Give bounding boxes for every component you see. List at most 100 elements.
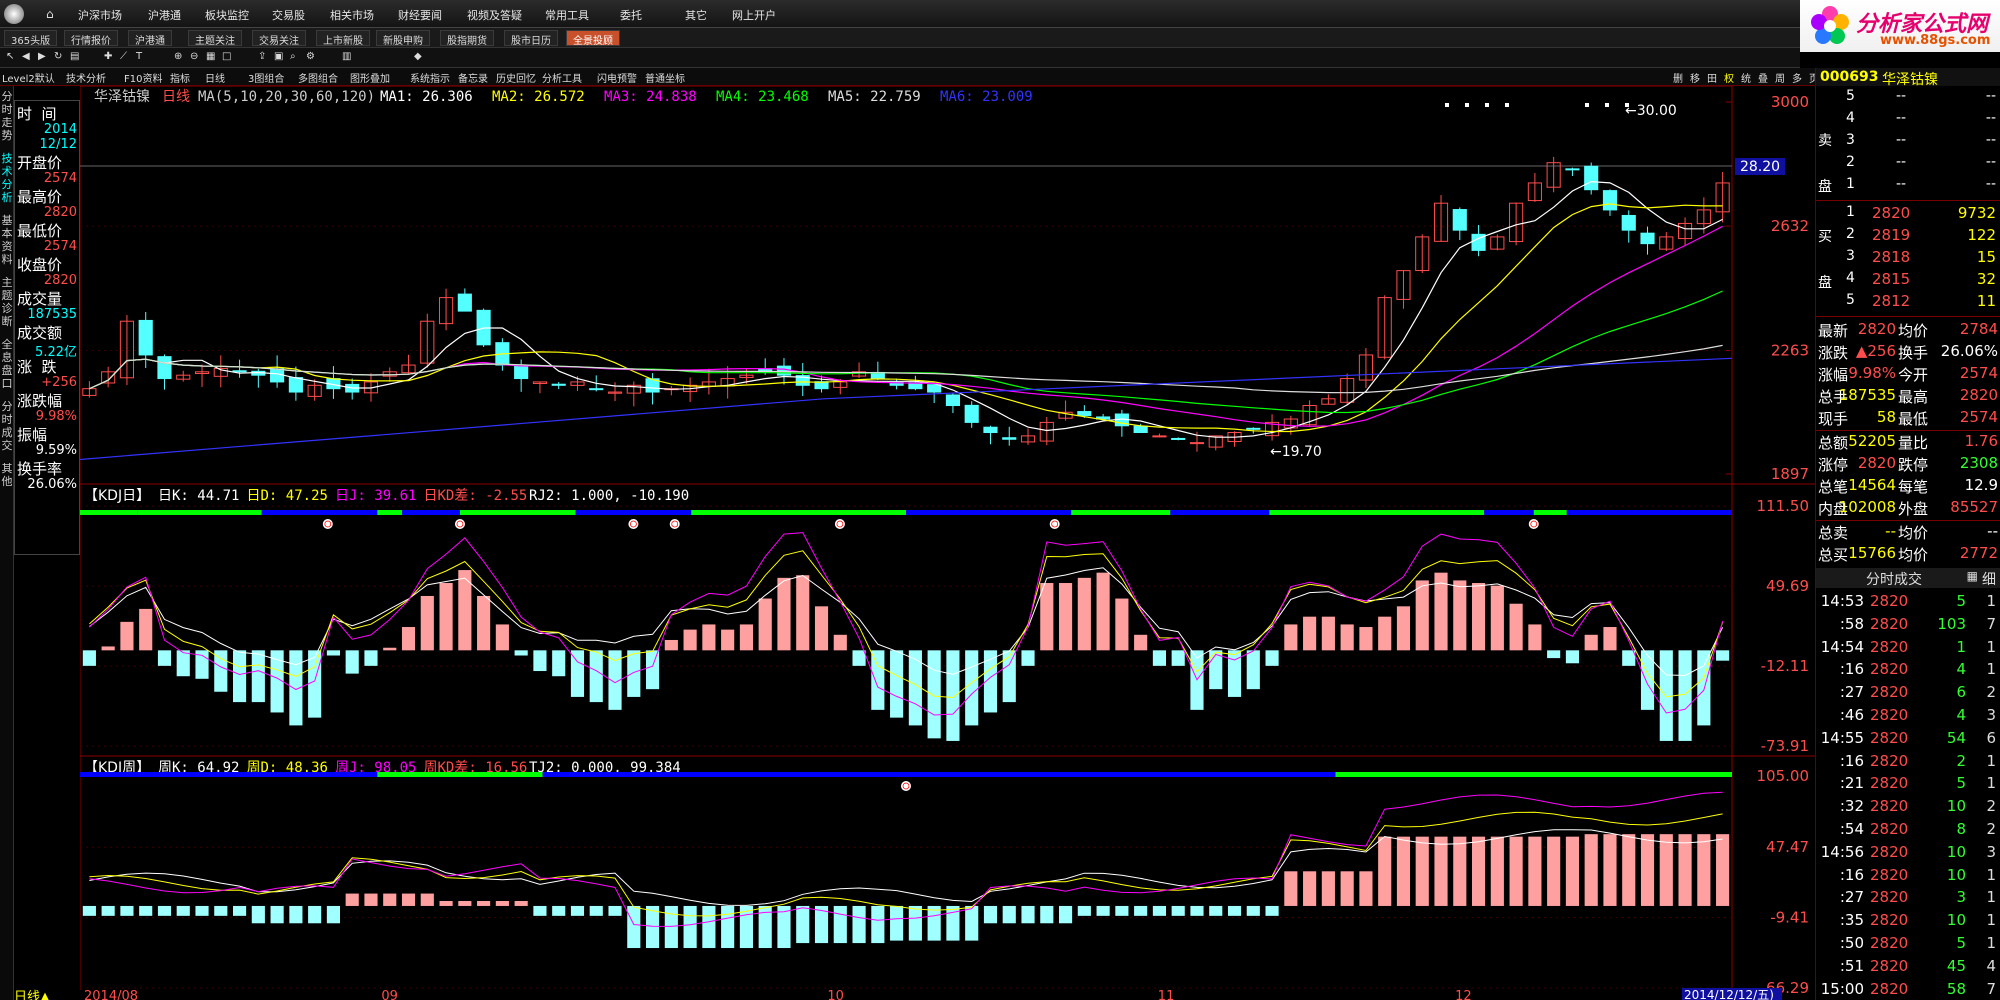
analysis-tool-item[interactable]: 3图组合	[248, 70, 284, 85]
analysis-tool-item[interactable]: 技术分析	[66, 70, 106, 85]
signal-band	[575, 510, 692, 515]
tab[interactable]: 行情报价	[64, 30, 118, 47]
tab[interactable]: 365头版	[4, 30, 58, 47]
tab[interactable]: 沪港通	[128, 30, 172, 47]
chart-option-button[interactable]: 权	[1724, 70, 1734, 85]
period-switch-label[interactable]: 日线▲	[14, 986, 50, 1000]
analysis-tool-item[interactable]: 历史回忆	[496, 70, 536, 85]
menu-item[interactable]: 视频及答疑	[467, 7, 522, 23]
indicator-bar	[1077, 905, 1091, 916]
signal-band	[1170, 510, 1270, 515]
buy-level: 1	[1846, 204, 1855, 220]
tab[interactable]: 全景投顾	[566, 30, 620, 47]
indicator-bar	[1547, 836, 1561, 906]
menu-item[interactable]: 板块监控	[205, 7, 249, 23]
analysis-tool-item[interactable]: 系统指示	[410, 70, 450, 85]
menu-item[interactable]: 常用工具	[545, 7, 589, 23]
chart-option-button[interactable]: 田	[1707, 70, 1717, 85]
trade-price: 2820	[1870, 797, 1909, 816]
trade-volume: 58	[1946, 979, 1966, 998]
ma3-line	[89, 225, 1723, 427]
analysis-tool-item[interactable]: Level2默认	[2, 70, 55, 85]
grid-icon[interactable]: ▦	[206, 51, 215, 62]
window-icon[interactable]: □	[222, 51, 231, 62]
chart-option-button[interactable]: 多	[1792, 70, 1802, 85]
settings-icon[interactable]: ⚙	[306, 51, 315, 62]
tab[interactable]: 股指期货	[440, 30, 494, 47]
trade-price: 2820	[1870, 956, 1909, 975]
menu-item[interactable]: 其它	[685, 7, 707, 23]
analysis-tool-item[interactable]: F10资料	[124, 70, 162, 85]
line-icon[interactable]: ⟋	[120, 51, 127, 62]
left-tab[interactable]: 全 息 盘 口	[0, 338, 14, 390]
chart-option-button[interactable]: 周	[1775, 70, 1785, 85]
tab[interactable]: 上市新股	[316, 30, 370, 47]
tab[interactable]: 新股申购	[376, 30, 430, 47]
cursor-icon[interactable]: ↖	[6, 51, 14, 62]
smiley-icon	[901, 781, 911, 791]
chart-option-button[interactable]: 删	[1673, 70, 1683, 85]
candle-body	[1640, 232, 1655, 245]
stat-value: 85527	[1950, 498, 1998, 516]
analysis-tool-item[interactable]: 图形叠加	[350, 70, 390, 85]
export-icon[interactable]: ⇪	[258, 51, 266, 62]
refresh-icon[interactable]: ↻	[54, 51, 62, 62]
left-tab[interactable]: 分 时 走 势	[0, 90, 14, 142]
trade-time: :27	[1839, 888, 1864, 907]
zoom-in-icon[interactable]: ⊕	[174, 51, 182, 62]
chart-option-button[interactable]: 移	[1690, 70, 1700, 85]
indicator-bar	[1678, 650, 1692, 741]
left-tab[interactable]: 基 本 资 料	[0, 214, 14, 266]
indicator-bar	[1340, 871, 1354, 906]
home-icon[interactable]: ⌂	[46, 8, 60, 20]
chart-option-button[interactable]: 叠	[1758, 70, 1768, 85]
analysis-tool-item[interactable]: 多图组合	[298, 70, 338, 85]
stat-value: 2820	[1857, 320, 1896, 338]
tab[interactable]: 主题关注	[188, 30, 242, 47]
arrow-right-icon[interactable]: ▶	[38, 51, 46, 62]
chart-icon[interactable]: ▥	[342, 51, 351, 62]
left-tab[interactable]: 其 他	[0, 462, 14, 488]
analysis-tool-item[interactable]: 分析工具	[542, 70, 582, 85]
print-icon[interactable]: ▤	[70, 51, 79, 62]
menu-item[interactable]: 财经要闻	[398, 7, 442, 23]
indicator-bar	[1584, 834, 1598, 906]
indicator-bar	[1509, 836, 1523, 906]
stat-label: 外盘	[1898, 500, 1929, 518]
menu-item[interactable]: 网上开户	[732, 7, 776, 23]
zoom-out-icon[interactable]: ⊖	[190, 51, 198, 62]
tab[interactable]: 交易关注	[252, 30, 306, 47]
chart-area[interactable]: 3000 2632 2263 1897 28.20 ←30.00 ←19.70 华泽钴镍 日线 M…	[80, 86, 1815, 1000]
indicator-bar	[1040, 583, 1054, 651]
app-icon[interactable]	[4, 4, 24, 24]
left-tab[interactable]: 技 术 分 析	[0, 152, 14, 204]
trade-time: :27	[1839, 683, 1864, 702]
crosshair-icon[interactable]: ✚	[104, 51, 112, 62]
diamond-icon[interactable]: ◆	[414, 51, 422, 62]
indicator-bar	[1190, 905, 1204, 916]
tab[interactable]: 股市日历	[504, 30, 558, 47]
grid-toggle-icon[interactable]: ▦	[1967, 569, 1978, 583]
analysis-tool-item[interactable]: 日线	[205, 70, 225, 85]
search-icon[interactable]: ⌕	[290, 51, 296, 62]
trade-detail-button[interactable]: 细	[1982, 569, 1996, 589]
indicator-bar	[1284, 624, 1298, 651]
left-tab[interactable]: 主 题 诊 断	[0, 276, 14, 328]
menu-item[interactable]: 相关市场	[330, 7, 374, 23]
save-icon[interactable]: ▣	[274, 51, 283, 62]
menu-item[interactable]: 沪深市场	[78, 7, 122, 23]
indicator-bar	[664, 639, 678, 651]
menu-item[interactable]: 沪港通	[148, 7, 181, 23]
text-icon[interactable]: T	[136, 51, 142, 62]
analysis-tool-item[interactable]: 闪电预警	[597, 70, 637, 85]
arrow-left-icon[interactable]: ◀	[22, 51, 30, 62]
indicator-bar	[1002, 650, 1016, 703]
menu-item[interactable]: 交易股	[272, 7, 305, 23]
analysis-tool-item[interactable]: 指标	[170, 70, 190, 85]
left-tab[interactable]: 分 时 成 交	[0, 400, 14, 452]
chart-option-button[interactable]: 统	[1741, 70, 1751, 85]
menu-item[interactable]: 委托	[620, 7, 642, 23]
indicator-bar	[1565, 836, 1580, 906]
analysis-tool-item[interactable]: 普通坐标	[645, 70, 685, 85]
analysis-tool-item[interactable]: 备忘录	[458, 70, 488, 85]
